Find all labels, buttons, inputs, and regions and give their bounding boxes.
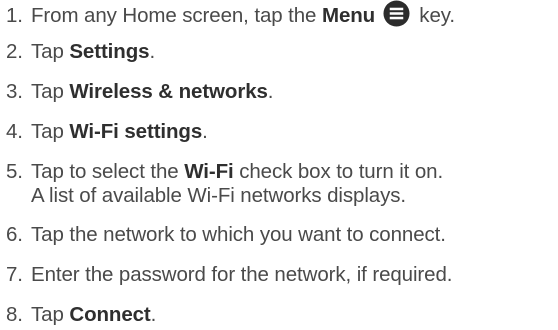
step-text-post: .	[150, 303, 157, 326]
step-text-post: check box to turn it on.	[233, 160, 444, 183]
step-text-bold: Wi-Fi	[184, 160, 234, 183]
step-text: Tap Connect.	[31, 303, 156, 326]
step-number: 6.	[6, 223, 23, 246]
step-text-pre: Tap	[31, 120, 70, 143]
step-text-continuation: A list of available Wi-Fi networks displ…	[31, 184, 406, 207]
step-text-bold: Connect	[69, 303, 151, 326]
step-text-pre: Tap	[31, 303, 70, 326]
step-text-pre: Tap	[31, 40, 70, 63]
step-text-bold: Settings	[69, 40, 150, 63]
step-3: 3. Tap Wireless & networks.	[0, 80, 558, 104]
step-4: 4. Tap Wi-Fi settings.	[0, 120, 558, 144]
step-text-post: .	[267, 80, 274, 103]
step-number: 3.	[6, 80, 23, 103]
step-7: 7. Enter the password for the network, if…	[0, 263, 558, 287]
step-text: Tap Wi-Fi settings.	[31, 120, 208, 143]
step-text-post: .	[202, 120, 208, 143]
step-text-bold: Wireless & networks	[69, 80, 268, 103]
step-text-pre: Tap to select the	[31, 160, 185, 183]
step-text-bold: Menu	[321, 4, 376, 27]
step-1: 1. From any Home screen, tap the Menu key…	[0, 0, 558, 28]
step-text: Tap Settings.	[31, 40, 155, 63]
step-text: Tap Wireless & networks.	[31, 80, 273, 103]
step-6: 6. Tap the network to which you want to c…	[0, 223, 558, 247]
step-5: 5. Tap to select the Wi-Fi check box to t…	[0, 160, 558, 208]
step-text-pre: From any Home screen, tap the	[31, 4, 322, 27]
step-number: 4.	[6, 120, 23, 143]
step-number: 1.	[6, 4, 23, 27]
step-text: Tap to select the Wi-Fi check box to tur…	[31, 160, 443, 183]
step-number: 8.	[6, 303, 23, 326]
step-text-bold: Wi-Fi settings	[69, 120, 203, 143]
step-number: 2.	[6, 40, 23, 63]
step-text: Tap the network to which you want to con…	[31, 223, 446, 246]
menu-icon	[383, 0, 410, 27]
step-text: From any Home screen, tap the Menu key.	[31, 0, 455, 27]
step-number: 5.	[6, 160, 23, 183]
step-8: 8. Tap Connect.	[0, 303, 558, 327]
step-2: 2. Tap Settings.	[0, 40, 558, 64]
step-text-post: key.	[413, 4, 455, 27]
step-text-post: .	[149, 40, 156, 63]
step-text-pre: Tap	[31, 80, 70, 103]
step-text: Enter the password for the network, if r…	[31, 263, 453, 286]
step-number: 7.	[6, 263, 23, 286]
